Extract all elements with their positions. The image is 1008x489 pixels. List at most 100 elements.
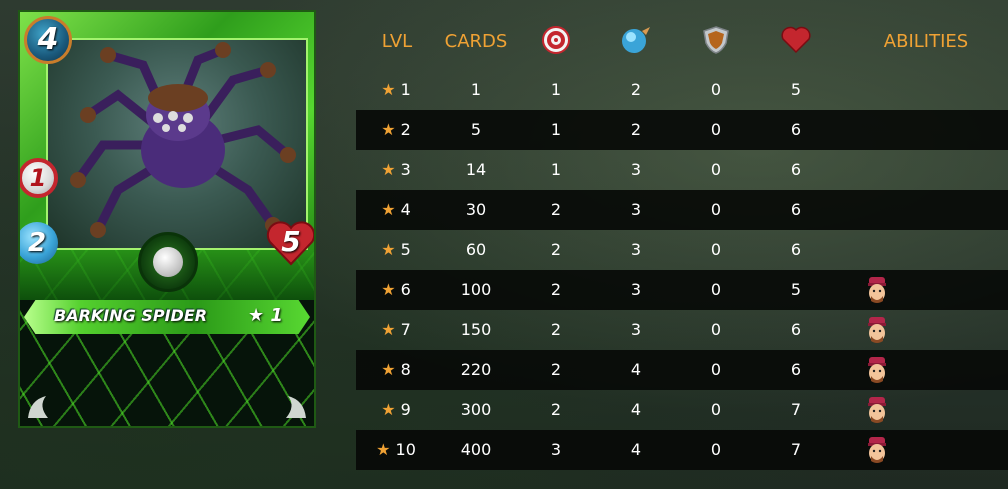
speed-icon xyxy=(622,27,650,53)
header-attack xyxy=(526,20,586,70)
level-star-icon: ★ xyxy=(381,400,396,419)
cell-armor: 0 xyxy=(710,280,722,299)
cell-armor: 0 xyxy=(710,440,722,459)
cell-armor: 0 xyxy=(710,120,722,139)
cell-armor: 0 xyxy=(710,400,722,419)
level-star-icon: ★ xyxy=(381,240,396,259)
monster-card: BARKING SPIDER ★ 1 4 1 2 5 xyxy=(18,10,316,428)
table-row: ★ 111205 xyxy=(356,70,1008,110)
cell-attack: 1 xyxy=(550,120,562,139)
target-icon xyxy=(542,26,570,54)
cell-health: 7 xyxy=(790,440,802,459)
cell-attack: 2 xyxy=(550,240,562,259)
cell-lvl: ★ 10 xyxy=(356,430,436,470)
level-star-icon: ★ xyxy=(376,440,391,459)
cell-health: 5 xyxy=(790,80,802,99)
cell-cards: 60 xyxy=(465,240,487,259)
cell-armor: 0 xyxy=(710,80,722,99)
health-badge: 5 xyxy=(266,220,314,266)
cell-cards: 100 xyxy=(460,280,492,299)
cell-speed: 3 xyxy=(630,240,642,259)
header-abilities: ABILITIES xyxy=(883,31,969,52)
table-row: ★ 6 100 2 3 0 5 xyxy=(356,270,1008,310)
level-number: 2 xyxy=(395,120,411,139)
cell-health: 6 xyxy=(790,200,802,219)
cell-attack: 2 xyxy=(550,320,562,339)
heart-icon xyxy=(781,26,811,54)
cell-health: 6 xyxy=(790,320,802,339)
header-armor xyxy=(686,20,746,70)
level-number: 5 xyxy=(395,240,411,259)
cell-cards: 300 xyxy=(460,400,492,419)
level-star-icon: ★ xyxy=(381,160,396,179)
table-row: ★ 2 5 1 2 0 6 xyxy=(356,110,1008,150)
cell-armor: 0 xyxy=(710,360,722,379)
table-header: LVL CARDS ABILITIES xyxy=(356,20,1008,70)
card-art xyxy=(46,38,308,250)
cell-attack: 1 xyxy=(550,80,562,99)
table-row: ★ 10 400 3 4 0 7 xyxy=(356,430,1008,470)
ability-face-icon[interactable] xyxy=(866,396,888,424)
cell-cards: 400 xyxy=(460,440,492,459)
cell-lvl: ★ 2 xyxy=(356,110,436,150)
header-speed xyxy=(606,20,666,70)
cell-lvl: ★ 4 xyxy=(356,190,436,230)
level-number: 10 xyxy=(390,440,416,459)
cell-speed: 3 xyxy=(630,160,642,179)
level-number: 8 xyxy=(395,360,411,379)
cell-attack: 2 xyxy=(550,280,562,299)
cell-lvl: ★ 7 xyxy=(356,310,436,350)
melee-attack-badge: 1 xyxy=(20,158,58,198)
level-stats-table: LVL CARDS ABILITIES ★ 1 1 1 2 0 5 ★ 2 5 … xyxy=(356,20,1008,470)
shield-icon xyxy=(703,26,729,54)
cell-speed: 4 xyxy=(630,440,642,459)
cell-armor: 0 xyxy=(710,160,722,179)
level-star-icon: ★ xyxy=(381,200,396,219)
table-row: ★ 5 60 2 3 0 6 xyxy=(356,230,1008,270)
level-star-icon: ★ xyxy=(381,120,396,139)
cell-speed: 3 xyxy=(630,200,642,219)
cell-lvl: ★ 8 xyxy=(356,350,436,390)
cell-armor: 0 xyxy=(710,200,722,219)
cell-speed: 3 xyxy=(630,320,642,339)
cell-speed: 2 xyxy=(630,120,642,139)
card-corner-claw-icon xyxy=(28,396,48,418)
ability-face-icon[interactable] xyxy=(866,316,888,344)
mana-cost-badge: 4 xyxy=(24,16,72,64)
ability-face-icon[interactable] xyxy=(866,356,888,384)
leaf-gem-icon xyxy=(138,232,198,292)
table-row: ★ 3 14 1 3 0 6 xyxy=(356,150,1008,190)
cell-health: 6 xyxy=(790,120,802,139)
level-number: 3 xyxy=(395,160,411,179)
cell-lvl: ★ 6 xyxy=(356,270,436,310)
level-star-icon: ★ xyxy=(381,320,396,339)
cell-health: 7 xyxy=(790,400,802,419)
cell-lvl: ★ 5 xyxy=(356,230,436,270)
cell-lvl: ★ 1 xyxy=(356,70,436,110)
cell-lvl: ★ 9 xyxy=(356,390,436,430)
card-level-stars: ★ 1 xyxy=(248,305,283,326)
cell-attack: 2 xyxy=(550,360,562,379)
cell-lvl: ★ 3 xyxy=(356,150,436,190)
spider-illustration xyxy=(70,42,296,238)
card-name: BARKING SPIDER xyxy=(54,306,208,325)
table-row: ★ 9 300 2 4 0 7 xyxy=(356,390,1008,430)
cell-cards: 5 xyxy=(470,120,482,139)
cell-cards: 1 xyxy=(470,80,482,99)
level-number: 9 xyxy=(395,400,411,419)
ability-face-icon[interactable] xyxy=(866,276,888,304)
ability-face-icon[interactable] xyxy=(866,436,888,464)
card-corner-claw-icon xyxy=(286,396,306,418)
table-row: ★ 4 30 2 3 0 6 xyxy=(356,190,1008,230)
table-row: ★ 8 220 2 4 0 6 xyxy=(356,350,1008,390)
cell-speed: 3 xyxy=(630,280,642,299)
table-row: ★ 7 150 2 3 0 6 xyxy=(356,310,1008,350)
cell-cards: 220 xyxy=(460,360,492,379)
cell-health: 5 xyxy=(790,280,802,299)
cell-attack: 2 xyxy=(550,400,562,419)
cell-cards: 30 xyxy=(465,200,487,219)
cell-attack: 1 xyxy=(550,160,562,179)
level-number: 1 xyxy=(395,80,411,99)
level-number: 6 xyxy=(395,280,411,299)
cell-armor: 0 xyxy=(710,320,722,339)
